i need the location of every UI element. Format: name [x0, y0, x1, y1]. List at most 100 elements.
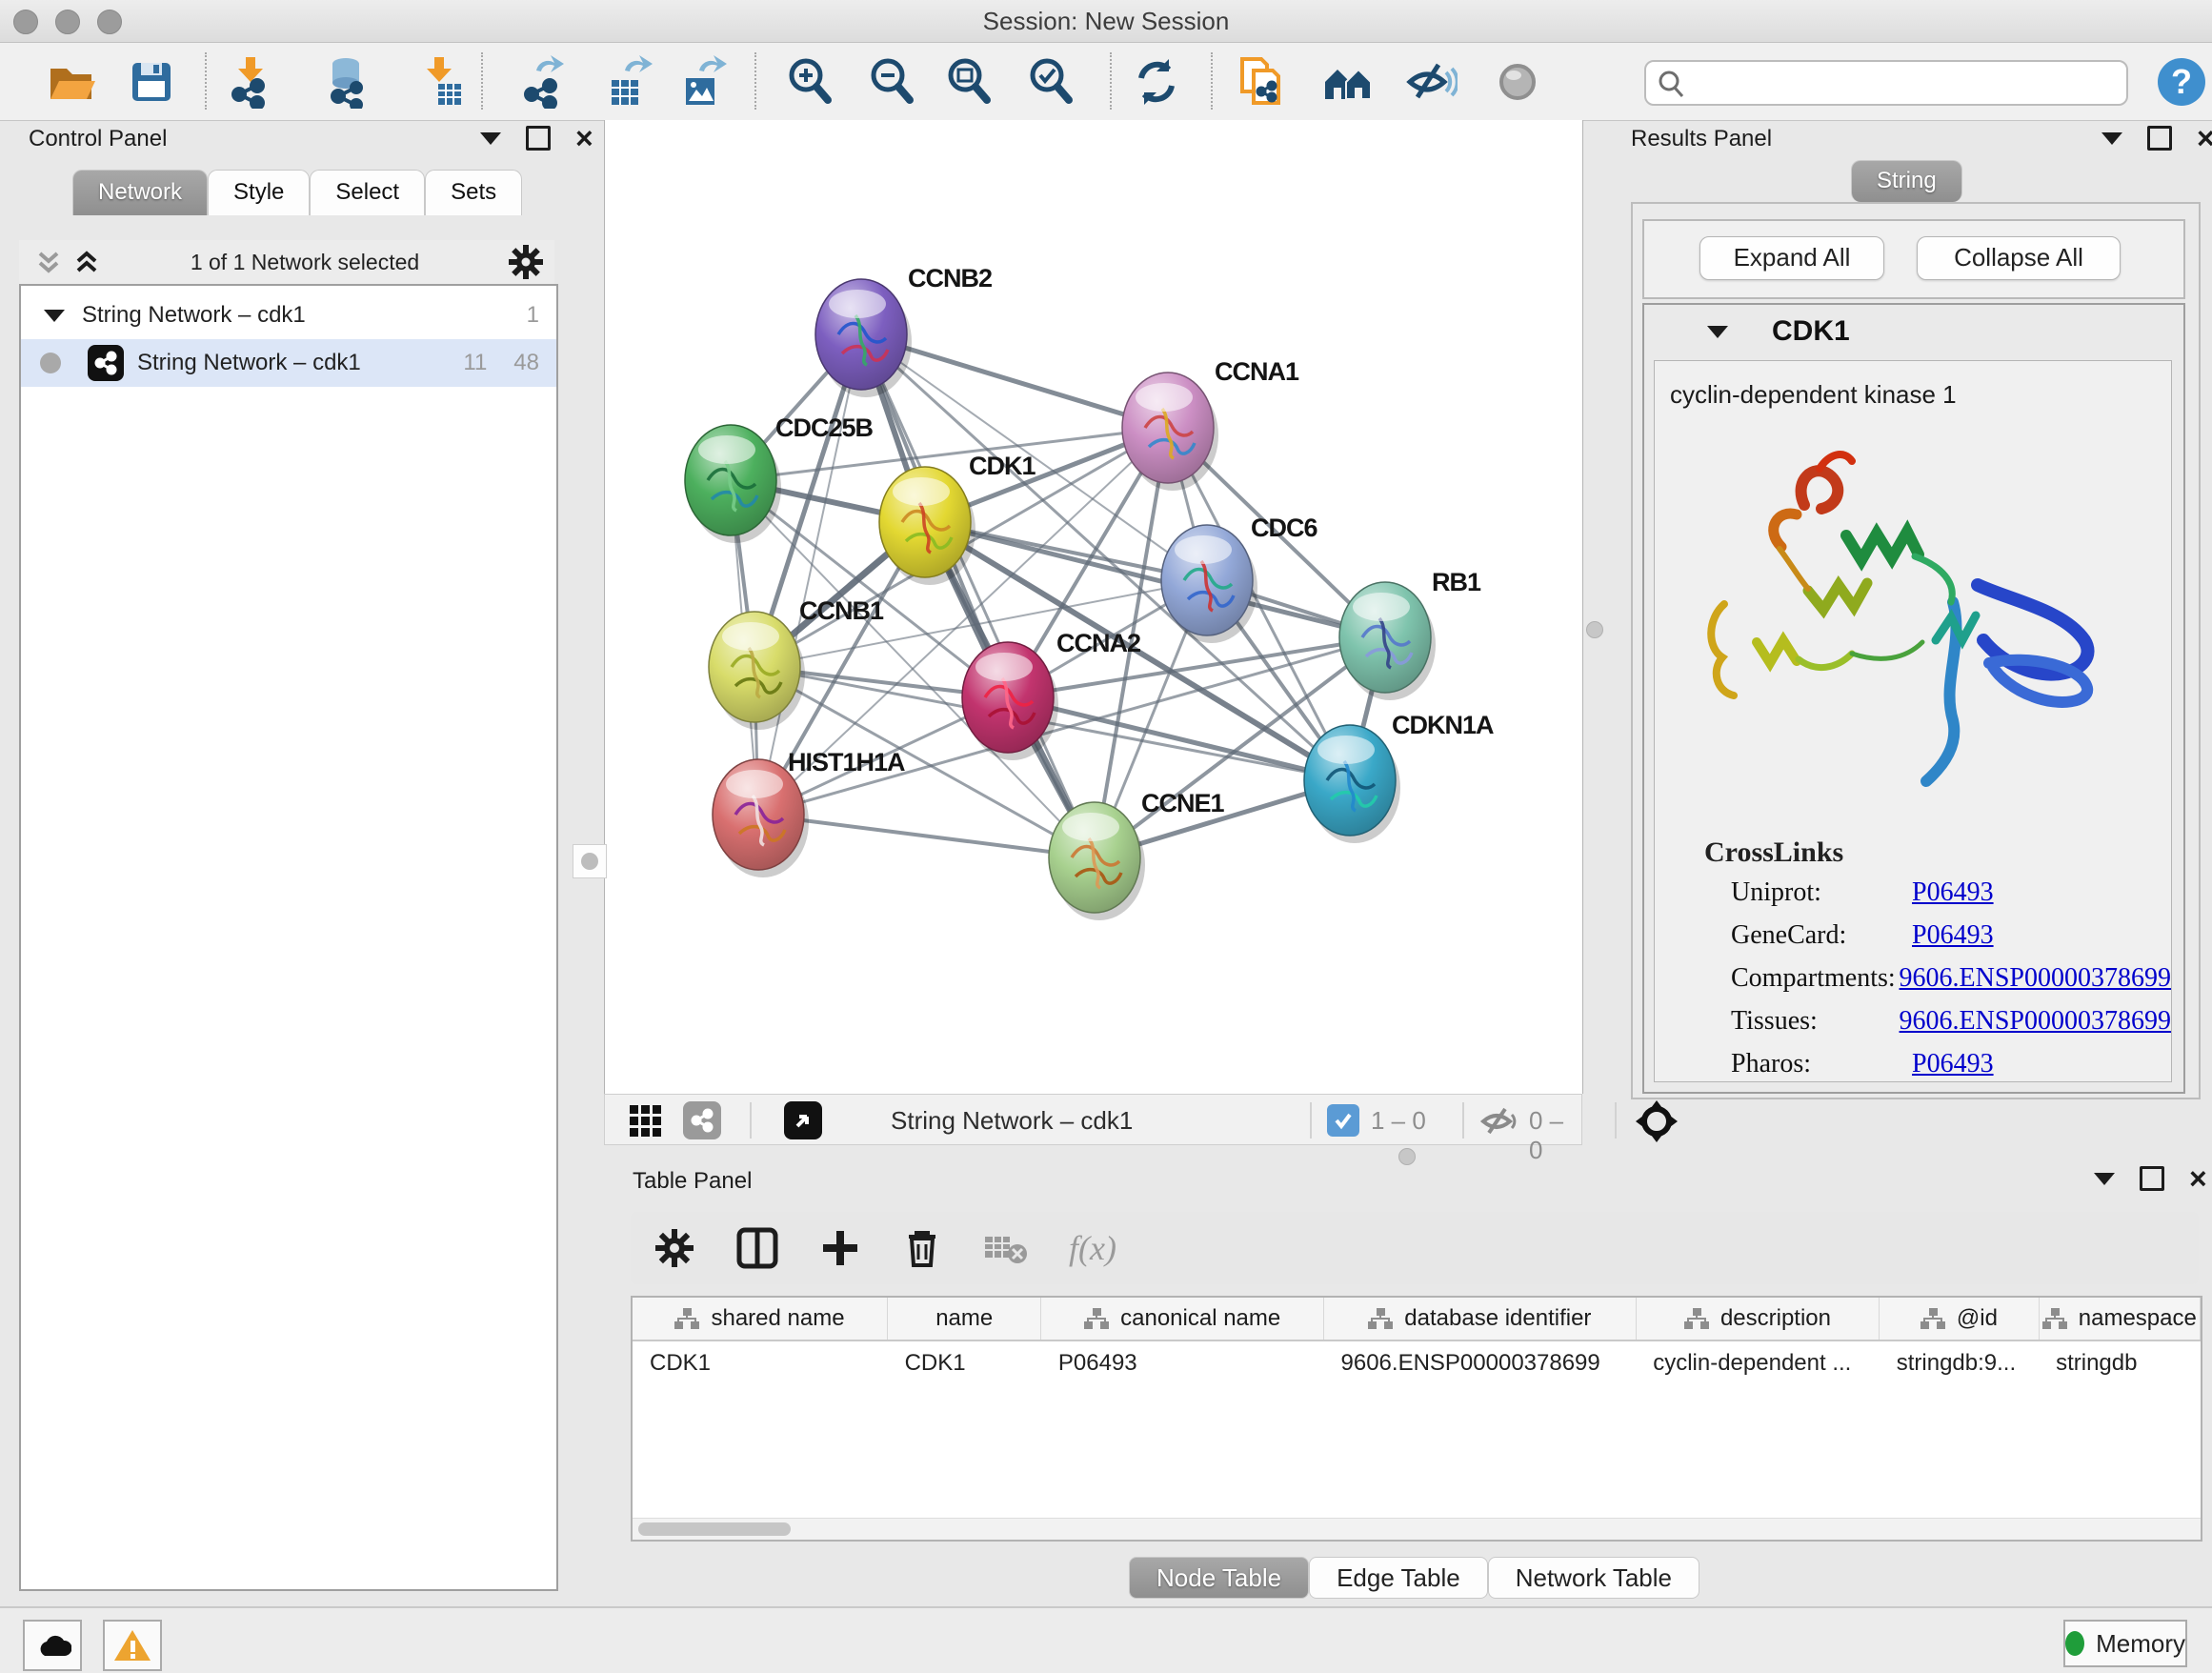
tab-network-table[interactable]: Network Table [1488, 1557, 1699, 1599]
node-table[interactable]: shared namenamecanonical namedatabase id… [631, 1296, 2202, 1542]
help-icon[interactable]: ? [2155, 55, 2208, 109]
gene-entry-header[interactable]: CDK1 [1644, 305, 2183, 358]
tab-network[interactable]: Network [72, 170, 208, 215]
crosslink-link[interactable]: P06493 [1912, 1042, 1994, 1085]
column-header[interactable]: shared name [633, 1298, 888, 1340]
tab-string[interactable]: String [1851, 160, 1962, 202]
collapse-all-icon[interactable] [32, 246, 65, 278]
panel-float-icon[interactable] [2147, 126, 2172, 151]
export-network-icon[interactable] [517, 55, 571, 109]
network-node-CDK1[interactable] [879, 467, 975, 585]
network-canvas[interactable]: CCNB2CCNA1CDC25BCDK1CDC6RB1CCNB1CCNA2CDK… [604, 120, 1583, 1094]
zoom-out-icon[interactable] [865, 55, 918, 109]
crosslink-link[interactable]: 9606.ENSP00000378699 [1900, 957, 2171, 999]
column-header[interactable]: namespace [2039, 1298, 2200, 1340]
table-cell[interactable]: stringdb:9... [1880, 1340, 2039, 1385]
table-row[interactable]: CDK1CDK1P064939606.ENSP00000378699cyclin… [633, 1340, 2201, 1385]
network-node-CCNE1[interactable] [1049, 802, 1145, 920]
network-row-selected[interactable]: String Network – cdk1 11 48 [21, 339, 556, 387]
column-header[interactable]: name [888, 1298, 1041, 1340]
zoom-selected-icon[interactable] [1024, 55, 1077, 109]
table-hscrollbar[interactable] [633, 1518, 2201, 1540]
search-input[interactable] [1696, 66, 2109, 98]
right-splitter-handle[interactable] [1586, 621, 1603, 638]
tab-select[interactable]: Select [310, 170, 425, 215]
crosslink-link[interactable]: P06493 [1912, 871, 1994, 914]
network-node-CDKN1A[interactable] [1304, 725, 1400, 843]
import-network-from-database-icon[interactable] [321, 55, 374, 109]
inactive-eye-icon[interactable] [1491, 55, 1544, 109]
network-graph[interactable]: CCNB2CCNA1CDC25BCDK1CDC6RB1CCNB1CCNA2CDK… [605, 120, 1582, 1094]
panel-menu-icon[interactable] [2101, 132, 2122, 145]
panel-close-icon[interactable]: × [2197, 129, 2212, 148]
import-table-icon[interactable] [413, 55, 467, 109]
tab-node-table[interactable]: Node Table [1129, 1557, 1309, 1599]
tree-expand-icon[interactable] [44, 310, 65, 322]
save-session-icon[interactable] [125, 55, 178, 109]
network-node-CDC6[interactable] [1161, 525, 1257, 643]
crosslink-link[interactable]: P06493 [1912, 914, 1994, 957]
entry-collapse-icon[interactable] [1707, 326, 1728, 338]
import-network-icon[interactable] [225, 55, 278, 109]
collapse-all-button[interactable]: Collapse All [1917, 236, 2121, 280]
string-view-icon[interactable] [683, 1101, 721, 1139]
hscrollbar-thumb[interactable] [638, 1522, 791, 1536]
tab-style[interactable]: Style [208, 170, 310, 215]
grid-view-icon[interactable] [628, 1103, 662, 1138]
panel-menu-icon[interactable] [2094, 1173, 2115, 1185]
network-node-CCNA2[interactable] [962, 642, 1058, 760]
gear-icon[interactable] [507, 243, 545, 281]
table-cell[interactable]: CDK1 [633, 1340, 888, 1385]
panel-close-icon[interactable]: × [575, 129, 593, 148]
open-session-icon[interactable] [44, 55, 97, 109]
selected-nodes-checkbox[interactable] [1327, 1104, 1359, 1137]
table-settings-gear-icon[interactable] [654, 1227, 695, 1269]
add-column-icon[interactable] [819, 1227, 861, 1269]
refresh-layout-icon[interactable] [1130, 55, 1183, 109]
crosslink-link[interactable]: 9606.ENSP00000378699 [1900, 999, 2171, 1042]
cloud-button[interactable] [23, 1620, 82, 1671]
table-cell[interactable]: 9606.ENSP00000378699 [1324, 1340, 1637, 1385]
warnings-button[interactable] [103, 1620, 162, 1671]
panel-float-icon[interactable] [526, 126, 551, 151]
network-overview-icon[interactable] [1321, 55, 1375, 109]
table-cell[interactable]: stringdb [2039, 1340, 2200, 1385]
duplicate-network-icon[interactable] [1235, 55, 1288, 109]
expand-all-button[interactable]: Expand All [1699, 236, 1884, 280]
zoom-fit-icon[interactable] [942, 55, 995, 109]
zoom-in-icon[interactable] [783, 55, 836, 109]
column-header[interactable]: database identifier [1324, 1298, 1637, 1340]
export-image-icon[interactable] [676, 55, 730, 109]
column-header[interactable]: description [1636, 1298, 1880, 1340]
left-splitter-handle[interactable] [573, 844, 607, 878]
export-table-icon[interactable] [602, 55, 655, 109]
network-node-HIST1H1A[interactable] [713, 759, 809, 877]
table-cell[interactable]: cyclin-dependent ... [1636, 1340, 1880, 1385]
tab-sets[interactable]: Sets [425, 170, 522, 215]
edge-count: 48 [513, 350, 539, 376]
panel-float-icon[interactable] [2140, 1166, 2164, 1191]
search-field[interactable] [1644, 60, 2128, 106]
expand-all-icon[interactable] [70, 246, 103, 278]
panel-close-icon[interactable]: × [2189, 1169, 2207, 1188]
panel-menu-icon[interactable] [480, 132, 501, 145]
birdseye-view-icon[interactable] [784, 1101, 822, 1139]
table-cell[interactable]: P06493 [1041, 1340, 1324, 1385]
tab-edge-table[interactable]: Edge Table [1309, 1557, 1488, 1599]
table-cell[interactable]: CDK1 [888, 1340, 1041, 1385]
network-node-RB1[interactable] [1339, 582, 1436, 700]
network-node-CCNB1[interactable] [709, 612, 805, 730]
function-builder-icon[interactable]: f(x) [1069, 1228, 1116, 1268]
hide-panels-icon[interactable] [1404, 55, 1458, 109]
delete-column-icon[interactable] [901, 1227, 943, 1269]
toolbar-separator [750, 1102, 752, 1139]
column-header[interactable]: canonical name [1041, 1298, 1324, 1340]
network-collection-row[interactable]: String Network – cdk1 1 [21, 292, 556, 339]
delete-table-icon[interactable] [983, 1229, 1029, 1267]
column-header[interactable]: @id [1880, 1298, 2039, 1340]
network-node-CCNA1[interactable] [1122, 373, 1218, 491]
bottom-splitter-handle[interactable] [1398, 1148, 1416, 1165]
network-node-CCNB2[interactable] [815, 279, 912, 397]
memory-button[interactable]: Memory [2063, 1620, 2187, 1667]
show-columns-icon[interactable] [735, 1226, 779, 1270]
